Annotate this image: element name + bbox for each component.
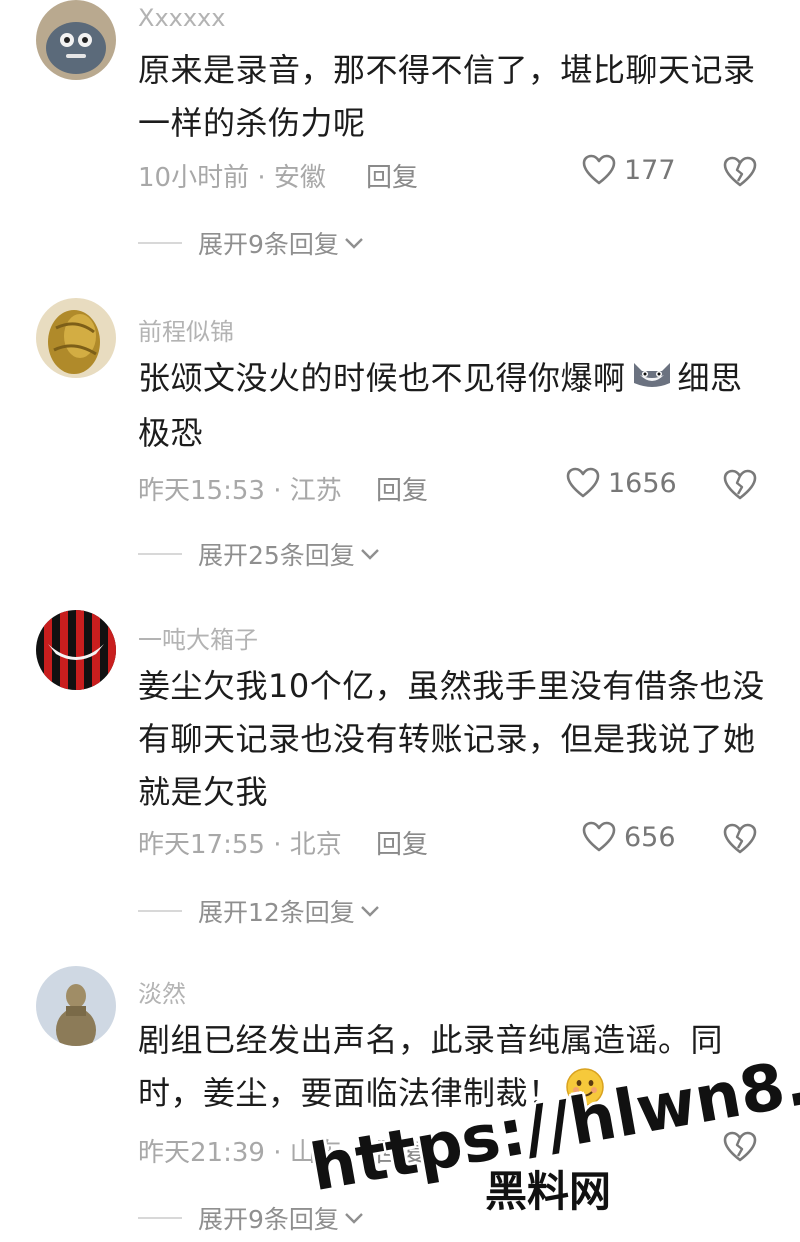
broken-heart-icon [723,469,757,500]
comment-meta: 昨天21:39 · 山东 [138,1138,342,1168]
chevron-down-icon [360,549,379,560]
comment-meta: 昨天15:53 · 江苏 [138,476,342,506]
expand-replies-label: 展开12条回复 [198,898,355,927]
heart-outline-icon [582,154,616,185]
broken-heart-icon [723,156,757,187]
expand-replies[interactable]: 展开9条回复 [138,1200,365,1236]
comment-meta: 10小时前 · 安徽 [138,163,326,193]
avatar[interactable] [36,298,116,378]
expand-replies[interactable]: 展开25条回复 [138,536,381,572]
expand-replies-label: 展开25条回复 [198,541,355,570]
divider [138,1217,182,1219]
smiling-face-emoji [565,1067,605,1123]
expand-replies-label: 展开9条回复 [198,1205,339,1234]
comment-list: Xxxxxx 原来是录音，那不得不信了，堪比聊天记录一样的杀伤力呢 10小时前 … [0,0,800,1242]
like-button[interactable]: 177 [582,154,676,186]
avatar[interactable] [36,610,116,690]
dislike-button[interactable] [722,469,758,505]
cat-face-emoji [630,354,674,407]
comment-text: 原来是录音，那不得不信了，堪比聊天记录一样的杀伤力呢 [138,51,756,142]
username[interactable]: Xxxxxx [138,4,225,32]
reply-button[interactable]: 回复 [376,824,428,861]
avatar[interactable] [36,966,116,1046]
heart-outline-icon [566,467,600,498]
comment-text-part: 张颂文没火的时候也不见得你爆啊 [138,359,626,397]
like-count: 177 [624,154,676,186]
like-button[interactable]: 1656 [566,467,677,499]
divider [138,910,182,912]
expand-replies-label: 展开9条回复 [198,230,339,259]
chevron-down-icon [345,1213,363,1224]
heart-outline-icon [582,821,616,852]
comment-text: 张颂文没火的时候也不见得你爆啊 细思极恐 [138,352,768,460]
avatar[interactable] [36,0,116,80]
dislike-button[interactable] [722,1131,758,1167]
comment-meta: 昨天17:55 · 北京 [138,830,342,860]
comment-text: 姜尘欠我10个亿，虽然我手里没有借条也没有聊天记录也没有转账记录，但是我说了她就… [138,667,765,811]
username[interactable]: 一吨大箱子 [138,620,258,655]
comment-text: 剧组已经发出声名，此录音纯属造谣。同时，姜尘，要面临法律制裁！ [138,1014,768,1123]
reply-button[interactable]: 回复 [376,470,428,507]
username[interactable]: 前程似锦 [138,312,234,347]
reply-button[interactable]: 回复 [376,1132,428,1169]
reply-button[interactable]: 回复 [366,157,418,194]
like-count: 1656 [608,467,677,499]
like-count: 656 [624,821,676,853]
divider [138,242,182,244]
broken-heart-icon [723,1131,757,1162]
username[interactable]: 淡然 [138,974,186,1009]
comment-text-part: 剧组已经发出声名，此录音纯属造谣。同时，姜尘，要面临法律制裁！ [138,1021,724,1112]
dislike-button[interactable] [722,823,758,859]
dislike-button[interactable] [722,156,758,192]
broken-heart-icon [723,823,757,854]
chevron-down-icon [360,906,379,917]
like-button[interactable]: 656 [582,821,676,853]
chevron-down-icon [345,238,363,249]
expand-replies[interactable]: 展开12条回复 [138,893,381,929]
expand-replies[interactable]: 展开9条回复 [138,225,365,261]
divider [138,553,182,555]
